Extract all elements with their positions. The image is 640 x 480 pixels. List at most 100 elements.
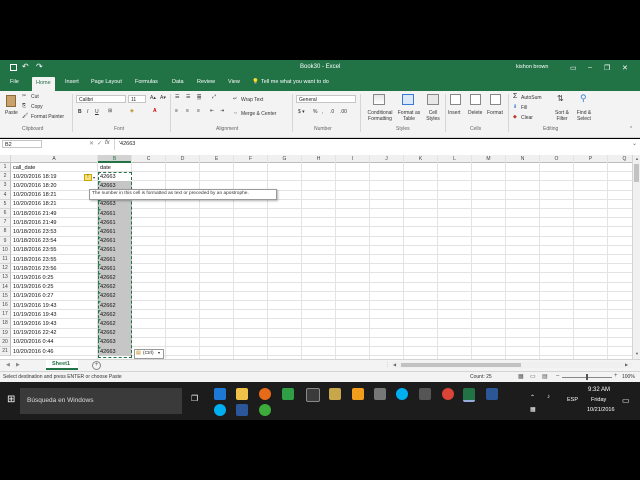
column-header-f[interactable]: F	[234, 155, 268, 163]
merge-center-icon[interactable]: ⇔	[233, 110, 238, 116]
column-header-i[interactable]: I	[336, 155, 370, 163]
tell-me-box[interactable]: Tell me what you want to do	[261, 79, 329, 85]
enter-formula-icon[interactable]: ✓	[97, 140, 102, 147]
zoom-in-icon[interactable]: +	[614, 373, 618, 379]
tab-page-layout[interactable]: Page Layout	[91, 79, 122, 85]
excel-taskbar-icon[interactable]	[463, 388, 475, 402]
word-icon[interactable]	[236, 404, 248, 416]
error-warning-icon[interactable]: !	[84, 174, 92, 181]
cell-a[interactable]: 10/18/2016 21:49	[13, 220, 57, 226]
cell-a[interactable]: 10/19/2016 22:42	[13, 330, 57, 336]
fill-icon[interactable]: ⬇	[513, 104, 517, 110]
app-round-green-icon[interactable]	[259, 404, 271, 416]
insert-cells-button[interactable]: Insert	[448, 110, 461, 116]
font-name-dropdown[interactable]: Calibri	[76, 95, 126, 103]
file-explorer-icon[interactable]	[236, 388, 248, 400]
row-header[interactable]: 16	[0, 301, 11, 311]
sort-filter-button[interactable]: Sort & Filter	[553, 110, 571, 122]
zoom-level[interactable]: 100%	[622, 374, 635, 380]
number-format-dropdown[interactable]: General	[296, 95, 356, 103]
user-name[interactable]: kishon brown	[516, 64, 548, 70]
tab-review[interactable]: Review	[197, 79, 215, 85]
tab-file[interactable]: File	[10, 79, 19, 85]
paste-icon[interactable]	[6, 95, 16, 107]
minimize-icon[interactable]: –	[588, 64, 592, 71]
tab-view[interactable]: View	[228, 79, 240, 85]
cell-a[interactable]: 10/18/2016 23:55	[13, 257, 57, 263]
column-header-o[interactable]: O	[540, 155, 574, 163]
align-right-icon[interactable]: ≡	[197, 108, 200, 114]
grow-font-icon[interactable]: A▴	[150, 95, 156, 101]
shrink-font-icon[interactable]: A▾	[160, 95, 166, 101]
row-header[interactable]: 7	[0, 218, 11, 228]
format-painter-button[interactable]: Format Painter	[31, 114, 64, 120]
formula-input[interactable]: '42663	[114, 139, 633, 150]
row-header[interactable]: 10	[0, 245, 11, 255]
cell-a[interactable]: 10/18/2016 23:54	[13, 238, 57, 244]
network-icon[interactable]: ▦	[530, 406, 536, 413]
align-center-icon[interactable]: ≡	[186, 108, 189, 114]
delete-cells-icon[interactable]	[470, 94, 481, 105]
increase-decimal-icon[interactable]: .0	[330, 109, 334, 115]
bold-icon[interactable]: B	[78, 109, 82, 115]
decrease-indent-icon[interactable]: ⇤	[210, 108, 214, 114]
scroll-up-icon[interactable]: ▲	[635, 156, 639, 161]
vertical-scroll-thumb[interactable]	[634, 164, 639, 182]
column-header-d[interactable]: D	[166, 155, 200, 163]
app-gray-icon[interactable]	[374, 388, 386, 400]
notifications-icon[interactable]: ▭	[622, 396, 630, 405]
paste-button[interactable]: Paste	[5, 110, 18, 116]
sheet-split-handle[interactable]: ⋮	[385, 362, 390, 368]
row-header[interactable]: 11	[0, 255, 11, 265]
cell-a[interactable]: 10/20/2016 0:44	[13, 339, 53, 345]
insert-cells-icon[interactable]	[450, 94, 461, 105]
conditional-formatting-button[interactable]: Conditional Formatting	[363, 110, 397, 122]
percent-icon[interactable]: %	[313, 109, 317, 115]
copy-icon[interactable]: ⎘	[22, 103, 26, 109]
delete-cells-button[interactable]: Delete	[468, 110, 482, 116]
cut-icon[interactable]: ✂	[22, 93, 26, 99]
column-header-c[interactable]: C	[132, 155, 166, 163]
skype-taskbar-icon-2[interactable]	[214, 404, 226, 416]
row-header[interactable]: 17	[0, 310, 11, 320]
cell-b[interactable]: date	[100, 165, 111, 171]
font-color-icon[interactable]: A	[153, 108, 157, 114]
row-header[interactable]: 13	[0, 273, 11, 283]
merge-center-button[interactable]: Merge & Center	[241, 111, 276, 117]
currency-icon[interactable]: $ ▾	[298, 109, 305, 115]
row-header[interactable]: 21	[0, 347, 11, 357]
cell-a[interactable]: 10/18/2016 23:53	[13, 229, 57, 235]
close-icon[interactable]: ✕	[622, 64, 628, 72]
sort-filter-icon[interactable]: ⇅	[557, 94, 564, 103]
row-header[interactable]: 18	[0, 319, 11, 329]
page-layout-view-icon[interactable]: ▭	[530, 373, 536, 380]
clear-icon[interactable]: ◆	[513, 114, 517, 120]
volume-icon[interactable]: ♪	[547, 394, 550, 400]
row-header[interactable]: 8	[0, 227, 11, 237]
copy-button[interactable]: Copy	[31, 104, 43, 110]
tab-home[interactable]: Home	[32, 77, 55, 91]
collapse-ribbon-icon[interactable]: ⌃	[629, 126, 633, 132]
horizontal-scrollbar[interactable]: ◀ ▶	[392, 362, 632, 368]
column-header-p[interactable]: P	[574, 155, 608, 163]
row-header[interactable]: 15	[0, 291, 11, 301]
column-header-m[interactable]: M	[472, 155, 506, 163]
column-header-b[interactable]: B	[98, 155, 132, 163]
taskbar-search-box[interactable]: Búsqueda en Windows	[20, 388, 182, 414]
ribbon-display-icon[interactable]: ▭	[570, 64, 577, 72]
app-orange-icon[interactable]	[352, 388, 364, 400]
autosum-button[interactable]: AutoSum	[521, 95, 542, 101]
insert-function-icon[interactable]: fx	[105, 140, 110, 146]
paste-options-button[interactable]: ▤ (Ctrl) ▾	[134, 349, 164, 359]
app-folder-icon[interactable]	[329, 388, 341, 400]
cell-a[interactable]: 10/18/2016 23:55	[13, 247, 57, 253]
column-header-a[interactable]: A	[11, 155, 98, 163]
app-media-icon[interactable]	[306, 388, 320, 402]
format-painter-icon[interactable]: 🖌	[22, 113, 28, 119]
language-indicator[interactable]: ESP	[567, 397, 578, 403]
store-icon[interactable]	[419, 388, 431, 400]
row-header[interactable]: 3	[0, 181, 11, 191]
conditional-formatting-icon[interactable]	[373, 94, 385, 105]
increase-indent-icon[interactable]: ⇥	[220, 108, 224, 114]
row-header[interactable]: 2	[0, 172, 11, 182]
